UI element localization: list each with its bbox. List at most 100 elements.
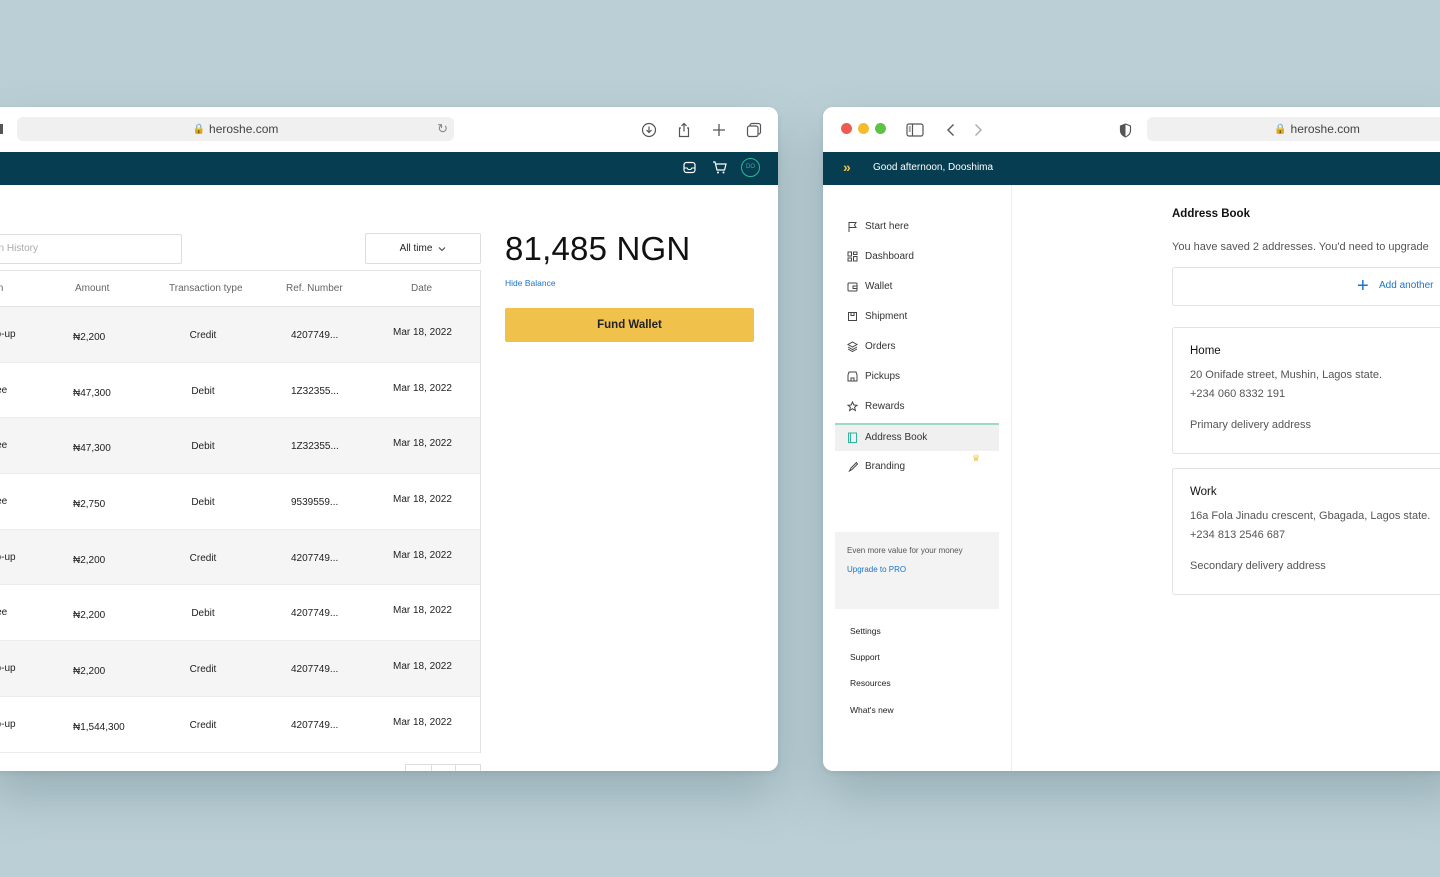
row-ref: 4207749... [291,664,339,676]
transaction-search-input[interactable]: ction History [0,234,182,264]
browser-toolbar: 🔒 heroshe.com ↻ [0,107,778,152]
row-ref: 9539559... [291,497,339,509]
sidebar-item-label: Dashboard [865,250,914,262]
table-row[interactable]: Fee ₦47,300 Debit 1Z32355... Mar 18, 2022 [0,363,480,419]
row-date: Mar 18, 2022 [393,438,452,450]
time-filter-dropdown[interactable]: All time [365,233,481,264]
tabs-overview-icon[interactable] [743,119,765,141]
row-description: Fee [0,384,8,396]
sidebar-item-start-here[interactable]: Start here [835,212,999,240]
sidebar-item-rewards[interactable]: Rewards [835,393,999,421]
row-type: Credit [189,719,217,731]
row-ref: 1Z32355... [291,385,339,397]
row-ref: 4207749... [291,330,339,341]
table-row[interactable]: Fee ₦2,200 Debit 4207749... Mar 18, 2022 [0,585,480,642]
sidebar-toggle-icon[interactable] [904,119,926,141]
row-amount: ₦2,200 [73,666,106,678]
whats-new-link[interactable]: What's new [850,705,894,715]
expand-menu-icon[interactable]: » [843,159,851,175]
pagination[interactable] [405,764,481,771]
row-amount: ₦1,544,300 [73,721,125,733]
browser-toolbar: 🔒 heroshe.com [823,107,1440,152]
new-tab-icon[interactable] [708,119,730,141]
reload-icon[interactable]: ↻ [437,121,448,137]
table-row[interactable]: op-up ₦2,200 Credit 4207749... Mar 18, 2022 [0,307,480,363]
download-icon[interactable] [638,119,660,141]
row-type: Credit [189,664,217,676]
table-row[interactable]: Fee ₦2,750 Debit 9539559... Mar 18, 2022 [0,474,480,530]
grid-icon [847,251,858,262]
table-row[interactable]: op-up ₦1,544,300 Credit 4207749... Mar 18, 2… [0,697,480,753]
sidebar-item-dashboard[interactable]: Dashboard [835,242,999,270]
maximize-window-icon[interactable] [875,123,886,134]
address-name: Home [1190,345,1221,357]
address-kind: Secondary delivery address [1190,560,1326,572]
sidebar-edge-icon [0,124,3,134]
sidebar-item-label: Rewards [865,401,905,413]
address-bar[interactable]: 🔒 heroshe.com ↻ [17,117,454,141]
address-card-work[interactable]: Work 16a Fola Jinadu crescent, Gbagada, … [1172,468,1440,595]
page-subtitle: You have saved 2 addresses. You'd need t… [1172,241,1429,253]
privacy-shield-icon[interactable] [1114,119,1136,141]
resources-link[interactable]: Resources [850,678,891,688]
support-link[interactable]: Support [850,652,880,662]
cart-icon[interactable] [712,160,727,180]
app-header-bar: » Good afternoon, Dooshima [823,152,1440,185]
back-icon[interactable] [940,119,962,141]
sidebar-item-orders[interactable]: Orders [835,332,999,360]
row-amount: ₦2,200 [73,332,106,343]
url-text: heroshe.com [1290,122,1360,136]
row-type: Debit [191,441,215,453]
address-phone: +234 060 8332 191 [1190,388,1286,400]
row-amount: ₦2,200 [73,610,106,622]
row-amount: ₦2,750 [73,499,106,511]
row-date: Mar 18, 2022 [393,382,452,394]
sidebar-item-pickups[interactable]: Pickups [835,363,999,391]
add-address-button[interactable]: + Add another [1172,267,1440,306]
layers-icon [847,341,858,352]
avatar[interactable]: DO [741,158,760,177]
sidebar-item-label: Wallet [865,280,893,292]
fund-wallet-button[interactable]: Fund Wallet [505,308,754,342]
header-transaction-type: Transaction type [169,283,243,294]
table-row[interactable]: op-up ₦2,200 Credit 4207749... Mar 18, 2022 [0,529,480,586]
filter-label: All time [399,243,433,254]
address-line: 16a Fola Jinadu crescent, Gbagada, Lagos… [1190,510,1431,522]
share-icon[interactable] [673,119,695,141]
store-icon [847,371,858,382]
table-row[interactable]: Fee ₦47,300 Debit 1Z32355... Mar 18, 2022 [0,418,480,475]
table-row[interactable]: op-up ₦2,200 Credit 4207749... Mar 18, 2022 [0,641,480,697]
forward-icon[interactable] [967,119,989,141]
settings-link[interactable]: Settings [850,626,881,636]
address-card-home[interactable]: Home 20 Onifade street, Mushin, Lagos st… [1172,327,1440,454]
sidebar-item-wallet[interactable]: Wallet [835,272,999,300]
row-date: Mar 18, 2022 [393,605,452,617]
address-bar[interactable]: 🔒 heroshe.com [1147,117,1440,141]
sidebar-item-shipment[interactable]: Shipment [835,302,999,330]
row-type: Debit [191,497,215,509]
row-type: Debit [191,608,215,620]
sidebar-item-address-book[interactable]: Address Book [835,422,999,451]
header-description: ion [0,283,4,294]
chevron-down-icon [439,246,446,251]
box-icon [847,311,858,322]
crown-icon: ♛ [972,453,981,463]
lock-icon: 🔒 [1274,123,1287,135]
app-header-bar: DO [0,152,778,185]
inbox-icon[interactable] [683,161,696,179]
header-date: Date [411,283,433,294]
url-text: heroshe.com [209,122,279,136]
row-description: op-up [0,329,16,340]
row-description: op-up [0,718,16,730]
hide-balance-link[interactable]: Hide Balance [505,278,556,288]
close-window-icon[interactable] [841,123,852,134]
address-phone: +234 813 2546 687 [1190,529,1286,541]
sidebar: Start here Dashboard Wallet Shipment Orders P… [823,185,1012,771]
row-description: op-up [0,663,16,675]
wallet-balance: 81,485 NGN [505,230,691,267]
address-book-browser-window: 🔒 heroshe.com » Good afternoon, Dooshima… [823,107,1440,771]
sidebar-item-label: Orders [865,340,896,352]
upgrade-to-pro-link[interactable]: Upgrade to PRO [847,565,987,574]
row-date: Mar 18, 2022 [393,494,452,506]
minimize-window-icon[interactable] [858,123,869,134]
